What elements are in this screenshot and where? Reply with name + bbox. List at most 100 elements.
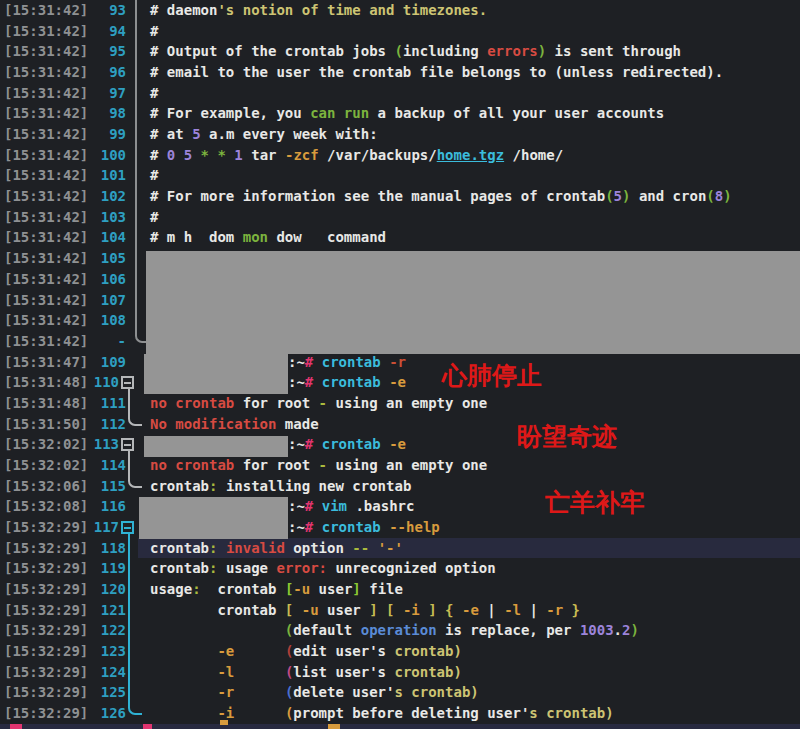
line-number[interactable]: 120 (86, 579, 126, 600)
line-number[interactable]: 123 (86, 641, 126, 662)
line-number[interactable]: 107 (86, 290, 126, 311)
text-span: for root (234, 457, 318, 473)
line-number[interactable]: - (86, 331, 126, 352)
line-number[interactable]: 119 (86, 558, 126, 579)
text-span: -l (504, 602, 521, 618)
line-number[interactable]: 121 (86, 600, 126, 621)
text-span: prompt before deleting user' (293, 705, 529, 721)
text-span: -u (293, 581, 310, 597)
text-span (234, 643, 285, 659)
log-row-93: [15:31:42]93# daemon's notion of time an… (0, 0, 800, 21)
line-number[interactable]: 99 (86, 124, 126, 145)
log-text: # (150, 165, 158, 186)
line-number[interactable]: 122 (86, 620, 126, 641)
text-span: # m h dom (150, 229, 243, 245)
line-number[interactable]: 111 (86, 393, 126, 414)
text-span: /home/ (504, 147, 563, 163)
line-number[interactable]: 125 (86, 682, 126, 703)
text-span (454, 602, 462, 618)
text-span (175, 147, 183, 163)
line-number[interactable]: 104 (86, 227, 126, 248)
line-number[interactable]: 118 (86, 538, 126, 559)
fold-scope-line (128, 389, 142, 427)
text-span: usage (150, 581, 192, 597)
log-row-124: [15:32:29]124 -l (list user's crontab) (0, 662, 800, 683)
log-text: -l (list user's crontab) (150, 662, 462, 683)
line-number[interactable]: 93 (86, 0, 126, 21)
log-text: # daemon's notion of time and timezones. (150, 0, 487, 21)
text-span: a backup of all your user accounts (369, 105, 664, 121)
line-number[interactable]: 108 (86, 310, 126, 331)
log-text: (default operation is replace, per 1003.… (150, 620, 639, 641)
text-span: -r (217, 684, 234, 700)
line-number[interactable]: 97 (86, 83, 126, 104)
timestamp: [15:31:42] (4, 331, 88, 352)
text-span: using an empty one (327, 457, 487, 473)
text-span: -e (217, 643, 234, 659)
log-text: :~# crontab -e (288, 434, 406, 455)
text-span: crontab (313, 354, 380, 370)
timestamp: [15:32:29] (4, 517, 88, 538)
line-number[interactable]: 124 (86, 662, 126, 683)
line-number[interactable]: 103 (86, 207, 126, 228)
text-span: -e (462, 602, 479, 618)
text-span: # at (150, 126, 192, 142)
line-number[interactable]: 109 (86, 352, 126, 373)
line-number[interactable]: 113 (86, 434, 119, 455)
line-number[interactable]: 105 (86, 248, 126, 269)
line-number[interactable]: 117 (86, 517, 119, 538)
text-span: .bashrc (347, 498, 414, 514)
text-span (369, 540, 377, 556)
line-number[interactable]: 101 (86, 165, 126, 186)
line-number[interactable]: 96 (86, 62, 126, 83)
log-text: # (150, 207, 158, 228)
text-span: 5 (614, 188, 622, 204)
text-span: is replace, per (437, 622, 580, 638)
text-span: s crontab) (529, 705, 613, 721)
line-number[interactable]: 102 (86, 186, 126, 207)
text-span: no crontab (150, 457, 234, 473)
log-row-120: [15:32:29]120usage: crontab [-u user] fi… (0, 579, 800, 600)
line-number[interactable]: 95 (86, 41, 126, 62)
timestamp: [15:32:29] (4, 641, 88, 662)
text-span: file (361, 581, 403, 597)
log-text: :~# crontab -r (288, 352, 406, 373)
timestamp: [15:31:42] (4, 310, 88, 331)
log-text: -e (edit user's crontab) (150, 641, 462, 662)
text-span: crontab) (394, 664, 461, 680)
text-span: # (150, 23, 158, 39)
text-span: crontab (150, 478, 209, 494)
fold-collapse-icon[interactable] (121, 521, 134, 534)
line-number[interactable]: 126 (86, 703, 126, 724)
text-span: installing new crontab (217, 478, 411, 494)
text-span: crontab (313, 436, 380, 452)
line-number[interactable]: 106 (86, 269, 126, 290)
line-number[interactable]: 94 (86, 21, 126, 42)
timestamp: [15:31:50] (4, 414, 88, 435)
line-number[interactable]: 114 (86, 455, 126, 476)
line-number[interactable]: 98 (86, 103, 126, 124)
log-text: usage: crontab [-u user] file (150, 579, 403, 600)
log-text: # (150, 21, 158, 42)
line-number[interactable]: 110 (86, 372, 119, 393)
text-span: operation (361, 622, 437, 638)
text-span: crontab (313, 374, 380, 390)
log-text: # at 5 a.m every week with: (150, 124, 378, 145)
log-text: # 0 5 * * 1 tar -zcf /var/backups/home.t… (150, 145, 563, 166)
text-span: usage (217, 560, 276, 576)
log-row-117: [15:32:29]117:~# crontab --help (0, 517, 800, 538)
timestamp: [15:32:02] (4, 455, 88, 476)
line-number[interactable]: 116 (86, 496, 126, 517)
text-span: can run (310, 105, 369, 121)
fold-collapse-icon[interactable] (121, 376, 134, 389)
log-text: no crontab for root - using an empty one (150, 455, 487, 476)
timestamp: [15:32:29] (4, 558, 88, 579)
text-span: : (192, 581, 200, 597)
line-number[interactable]: 115 (86, 476, 126, 497)
line-number[interactable]: 112 (86, 414, 126, 435)
annotation-text: 亡羊补牢 (545, 490, 645, 516)
fold-collapse-icon[interactable] (121, 438, 134, 451)
log-row-121: [15:32:29]121 crontab [ -u user ] [ -i ]… (0, 600, 800, 621)
timestamp: [15:32:08] (4, 496, 88, 517)
line-number[interactable]: 100 (86, 145, 126, 166)
